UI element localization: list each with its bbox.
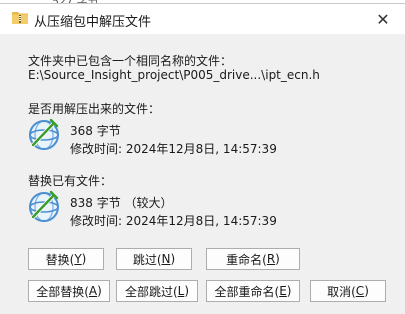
existing-label: 替换已有文件： — [28, 174, 113, 188]
title-bar: 从压缩包中解压文件 ✕ — [0, 4, 405, 34]
existing-modified: 修改时间: 2024年12月8日, 14:57:39 — [70, 214, 277, 228]
existing-size: 838 字节 （较大） — [70, 196, 173, 210]
replace-with-size: 368 字节 — [70, 124, 121, 138]
rename-all-button[interactable]: 全部重命名(E) — [206, 280, 300, 302]
skip-all-button[interactable]: 全部跳过(L) — [116, 280, 198, 302]
archive-file-icon — [29, 190, 59, 222]
replace-all-button[interactable]: 全部替换(A) — [28, 280, 110, 302]
conflict-heading: 文件夹中已包含一个相同名称的文件： — [28, 54, 233, 68]
dialog-content: 文件夹中已包含一个相同名称的文件： E:\Source_Insight_proj… — [0, 34, 405, 314]
replace-with-modified: 修改时间: 2024年12月8日, 14:57:39 — [70, 142, 277, 156]
close-icon: ✕ — [376, 9, 390, 29]
replace-with-label: 是否用解压出来的文件： — [28, 102, 161, 116]
extract-conflict-dialog: 从压缩包中解压文件 ✕ 文件夹中已包含一个相同名称的文件： E:\Source_… — [0, 3, 405, 314]
archive-file-icon — [29, 118, 59, 150]
window-title: 从压缩包中解压文件 — [34, 15, 152, 30]
cancel-button[interactable]: 取消(C) — [310, 280, 386, 302]
replace-button[interactable]: 替换(Y) — [28, 248, 104, 270]
close-button[interactable]: ✕ — [361, 4, 405, 34]
rename-button[interactable]: 重命名(R) — [206, 248, 300, 270]
archive-folder-icon — [12, 12, 28, 24]
skip-button[interactable]: 跳过(N) — [116, 248, 192, 270]
conflict-path: E:\Source_Insight_project\P005_drive...\… — [28, 68, 320, 82]
